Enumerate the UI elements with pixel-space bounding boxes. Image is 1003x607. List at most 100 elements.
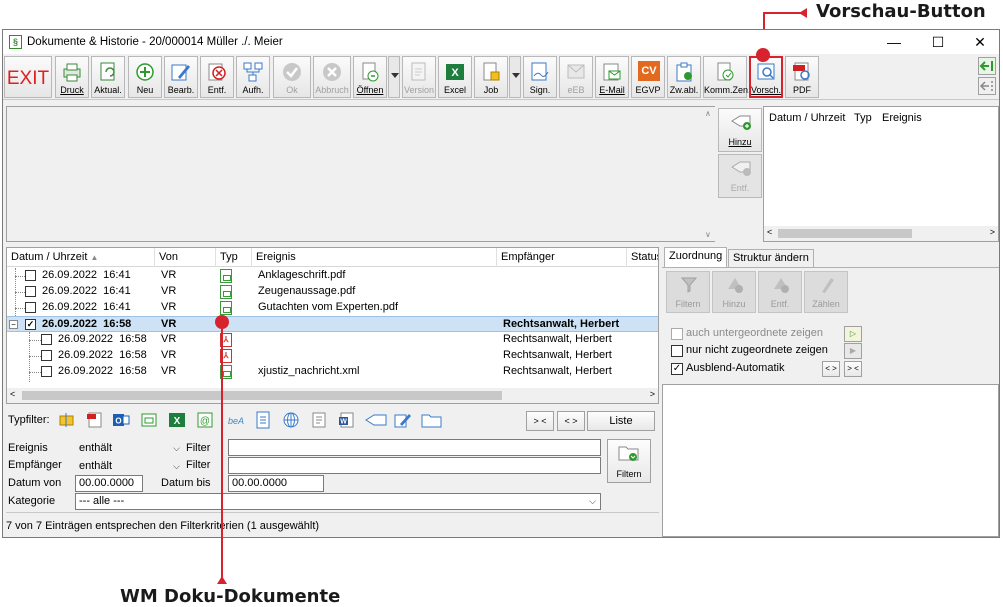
table-row[interactable]: 26.09.2022 16:41 VR Anklageschrift.pdf: [7, 268, 658, 284]
ausblend-collapse-button[interactable]: > <: [844, 361, 862, 377]
eeb-button[interactable]: eEB: [559, 56, 593, 98]
document-filter-icon[interactable]: [140, 411, 158, 429]
at-icon[interactable]: @: [196, 411, 214, 429]
table-row[interactable]: 26.09.2022 16:58 VR ⅄ Rechtsanwalt, Herb…: [7, 348, 658, 364]
table-row[interactable]: 26.09.2022 16:58 VR ⅄ Rechtsanwalt, Herb…: [7, 332, 658, 348]
version-button[interactable]: Version: [402, 56, 436, 98]
typfilter-collapse-button[interactable]: > <: [526, 411, 554, 431]
word-icon[interactable]: W: [338, 411, 356, 429]
empfaenger-filter-label: Filter: [186, 459, 211, 471]
row-checkbox[interactable]: [41, 350, 52, 361]
panel-collapse-right-button[interactable]: [978, 57, 996, 75]
nicht-zugeordnete-play-button[interactable]: ▶: [844, 343, 862, 359]
zaehlen-button[interactable]: Zählen: [804, 271, 848, 313]
email-button[interactable]: E-Mail: [595, 56, 629, 98]
datum-bis-label: Datum bis: [161, 477, 211, 489]
datum-bis-input[interactable]: 00.00.0000: [228, 475, 324, 492]
sort-asc-icon: ▲: [90, 253, 99, 262]
neu-button[interactable]: Neu: [128, 56, 162, 98]
history-col-ereignis[interactable]: Ereignis: [882, 112, 922, 124]
ereignis-operator-select[interactable]: enthält ⌵: [75, 440, 185, 457]
edit-icon[interactable]: [394, 411, 412, 429]
hinzu-assign-button[interactable]: Hinzu: [712, 271, 756, 313]
ausblend-expand-button[interactable]: < >: [822, 361, 840, 377]
col-status[interactable]: Status: [627, 248, 658, 267]
excel-button[interactable]: X Excel: [438, 56, 472, 98]
entf-history-button[interactable]: Entf.: [718, 154, 762, 198]
col-empfaenger[interactable]: Empfänger: [497, 248, 627, 267]
table-row[interactable]: 26.09.2022 16:58 VR xjustiz_nachricht.xm…: [7, 364, 658, 380]
table-row-selected[interactable]: − ✓ 26.09.2022 16:58 VR Rechtsanwalt, He…: [7, 316, 658, 332]
col-von[interactable]: Von: [155, 248, 216, 267]
empfaenger-operator-select[interactable]: enthält ⌵: [75, 458, 185, 475]
zwabl-button[interactable]: Zw.abl.: [667, 56, 701, 98]
outlook-icon[interactable]: O: [112, 411, 130, 429]
folder-icon[interactable]: [421, 411, 443, 429]
druck-button[interactable]: Druck: [55, 56, 89, 98]
job-button[interactable]: Job: [474, 56, 508, 98]
bea-icon[interactable]: beA: [224, 411, 248, 429]
entf-button[interactable]: Entf.: [200, 56, 234, 98]
table-row[interactable]: 26.09.2022 16:41 VR Zeugenaussage.pdf: [7, 284, 658, 300]
row-checkbox[interactable]: [25, 270, 36, 281]
row-checkbox[interactable]: [41, 366, 52, 377]
filtern-button[interactable]: Filtern: [607, 439, 651, 483]
hinzu-history-button[interactable]: Hinzu: [718, 108, 762, 152]
page-icon[interactable]: [254, 411, 272, 429]
kategorie-select[interactable]: --- alle --- ⌵: [75, 493, 601, 510]
row-checkbox[interactable]: [25, 302, 36, 313]
tab-struktur-aendern[interactable]: Struktur ändern: [728, 249, 814, 268]
ok-button[interactable]: Ok: [273, 56, 311, 98]
aufh-button[interactable]: Aufh.: [236, 56, 270, 98]
row-checkbox[interactable]: [41, 334, 52, 345]
notes-icon[interactable]: [310, 411, 328, 429]
col-datetime[interactable]: Datum / Uhrzeit ▲: [7, 248, 155, 267]
history-col-typ[interactable]: Typ: [854, 112, 872, 124]
collapse-toggle[interactable]: −: [9, 320, 18, 329]
minimize-button[interactable]: —: [873, 30, 915, 54]
empfaenger-filter-input[interactable]: [228, 457, 601, 474]
label-icon[interactable]: [58, 411, 76, 429]
ereignis-filter-input[interactable]: [228, 439, 601, 456]
col-ereignis[interactable]: Ereignis: [252, 248, 497, 267]
row-checkbox-checked[interactable]: ✓: [25, 319, 36, 330]
nicht-zugeordnete-checkbox[interactable]: [671, 345, 683, 357]
pdf-filter-icon[interactable]: [86, 411, 104, 429]
history-col-datetime[interactable]: Datum / Uhrzeit: [769, 112, 845, 124]
typfilter-expand-button[interactable]: < >: [557, 411, 585, 431]
oeffnen-dropdown[interactable]: [388, 56, 400, 98]
history-hscroll-thumb[interactable]: [778, 229, 912, 238]
untergeordnete-play-button[interactable]: ▷: [844, 326, 862, 342]
sign-button[interactable]: Sign.: [523, 56, 557, 98]
pdf-button[interactable]: PDF: [785, 56, 819, 98]
row-checkbox[interactable]: [25, 286, 36, 297]
job-dropdown[interactable]: [509, 56, 521, 98]
table-row[interactable]: 26.09.2022 16:41 VR Gutachten vom Expert…: [7, 300, 658, 316]
filtern-assign-button[interactable]: Filtern: [666, 271, 710, 313]
vorsch-button[interactable]: Vorsch.: [749, 56, 783, 98]
kommzen-button[interactable]: Komm.Zen.: [703, 56, 751, 98]
panel-collapse-left-button[interactable]: [978, 77, 996, 95]
datum-von-input[interactable]: 00.00.0000: [75, 475, 143, 492]
col-typ[interactable]: Typ: [216, 248, 252, 267]
maximize-button[interactable]: ☐: [917, 30, 959, 54]
ausblend-checkbox[interactable]: ✓: [671, 363, 683, 375]
liste-button[interactable]: Liste: [587, 411, 655, 431]
excel-filter-icon[interactable]: X: [168, 411, 186, 429]
web-icon[interactable]: [282, 411, 300, 429]
untergeordnete-checkbox[interactable]: [671, 328, 683, 340]
list-hscrollbar[interactable]: < >: [7, 388, 658, 403]
exit-button[interactable]: EXIT: [4, 56, 52, 98]
abbruch-button[interactable]: Abbruch: [313, 56, 351, 98]
list-hscroll-thumb[interactable]: [22, 391, 502, 400]
aktual-button[interactable]: Aktual.: [91, 56, 125, 98]
bearb-button[interactable]: Bearb.: [164, 56, 198, 98]
entf-assign-button[interactable]: Entf.: [758, 271, 802, 313]
tab-zuordnung[interactable]: Zuordnung: [664, 247, 728, 268]
close-button[interactable]: ✕: [959, 30, 1001, 54]
egvp-button[interactable]: CV EGVP: [631, 56, 665, 98]
oeffnen-button[interactable]: Öffnen: [353, 56, 387, 98]
history-hscrollbar[interactable]: < >: [764, 226, 998, 241]
send-icon[interactable]: [364, 411, 388, 429]
preview-scrollbar[interactable]: ∧ ∨: [703, 107, 715, 241]
